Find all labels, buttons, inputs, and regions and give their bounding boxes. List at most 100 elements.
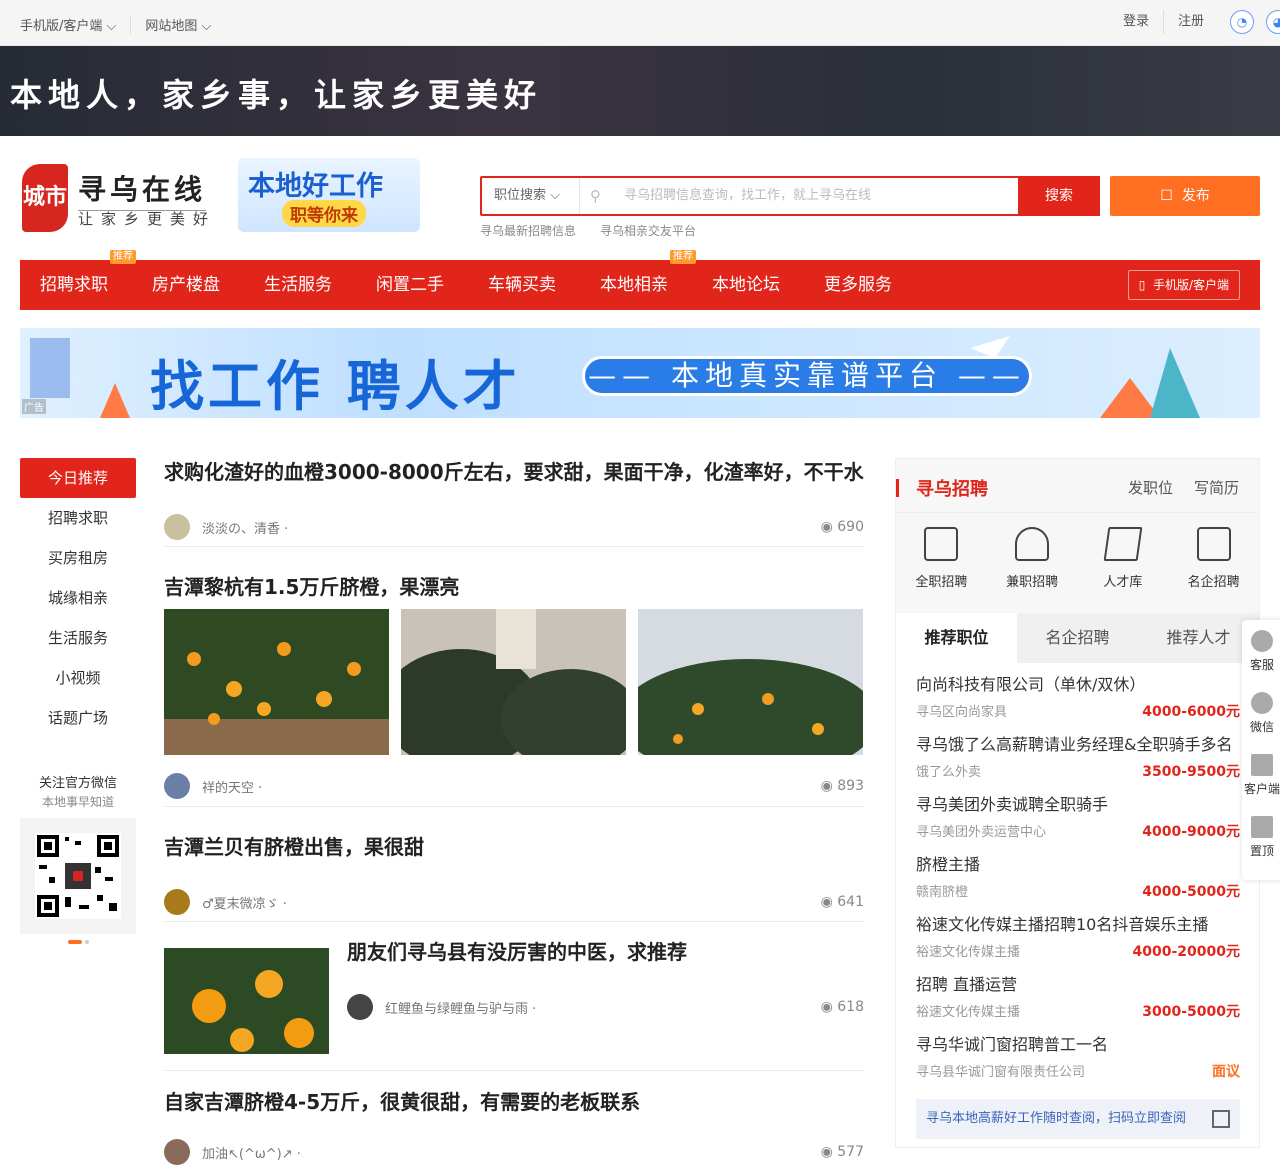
post-images[interactable] [164,609,864,755]
sidebar-item-life[interactable]: 生活服务 [20,618,136,658]
nav-item-vehicles[interactable]: 车辆买卖 [488,260,556,310]
site-logo[interactable]: 城市 寻乌在线 让家乡更美好 [22,164,222,234]
job-salary: 4000-5000元 [1142,884,1240,900]
job-item[interactable]: 招聘 直播运营 裕速文化传媒主播 3000-5000元 [916,971,1240,1031]
post-author[interactable]: 淡淡の、清香 · [202,518,288,537]
nav-item-housing[interactable]: 房产楼盘 [152,260,220,310]
sitemap-link[interactable]: 网站地图 ⌵ [145,15,225,34]
post-item[interactable]: 自家吉潭脐橙4-5万斤，很黄很甜，有需要的老板联系 加油↖(^ω^)↗ · ◉ … [164,1080,864,1170]
tab-recommended-jobs[interactable]: 推荐职位 [896,613,1017,663]
nav-item-dating[interactable]: 本地相亲 [600,260,668,310]
post-title[interactable]: 求购化渣好的血橙3000-8000斤左右，要求甜，果面干净，化渣率好，不干水 [164,450,864,494]
qq-login-icon[interactable]: ◕ [1266,10,1280,34]
avatar[interactable] [347,994,373,1020]
sidebar-item-dating[interactable]: 城缘相亲 [20,578,136,618]
post-item[interactable]: 朋友们寻乌县有没厉害的中医，求推荐 红鲤鱼与绿鲤鱼与驴与雨 · ◉ 618 [164,940,864,1071]
publish-button[interactable]: ☐ 发布 [1110,176,1260,216]
hotkey-link[interactable]: 寻乌最新招聘信息 [480,222,576,239]
job-salary: 3500-9500元 [1142,764,1240,780]
nav-item-jobs[interactable]: 招聘求职 [40,260,108,310]
tab-recommended-talent[interactable]: 推荐人才 [1138,613,1259,663]
job-company: 赣南脐橙 [916,885,969,900]
sidebar-item-today[interactable]: 今日推荐 [20,458,136,498]
job-item[interactable]: 脐橙主播赣南脐橙 4000-5000元 [916,851,1240,911]
avatar[interactable] [164,889,190,915]
ad-banner[interactable]: 找工作 聘人才 —— 本地真实靠谱平台 —— 广告 [20,328,1260,418]
post-author[interactable]: 红鲤鱼与绿鲤鱼与驴与雨 · [385,998,536,1017]
sidebar-item-video[interactable]: 小视频 [20,658,136,698]
post-author[interactable]: 加油↖(^ω^)↗ · [202,1143,301,1162]
job-ad-badge[interactable]: 本地好工作 职等你来 [238,158,420,232]
qr-code-icon [1251,754,1273,776]
nav-item-secondhand[interactable]: 闲置二手 [376,260,444,310]
post-title[interactable]: 朋友们寻乌县有没厉害的中医，求推荐 [347,930,687,974]
post-image[interactable] [638,609,863,755]
job-name[interactable]: 裕速文化传媒主播招聘10名抖音娱乐主播 [916,911,1240,939]
left-sidebar: 今日推荐 招聘求职 买房租房 城缘相亲 生活服务 小视频 话题广场 [20,458,136,738]
job-name[interactable]: 寻乌华诚门窗招聘普工一名 [916,1031,1240,1059]
job-name[interactable]: 招聘 直播运营 [916,971,1240,999]
briefcase-icon [924,527,959,561]
post-title[interactable]: 吉潭黎杭有1.5万斤脐橙，果漂亮 [164,565,864,609]
back-to-top-button[interactable]: 置顶 [1242,806,1280,868]
sidebar-item-housing[interactable]: 买房租房 [20,538,136,578]
nav-item-forum[interactable]: 本地论坛 [712,260,780,310]
write-resume-link[interactable]: 写简历 [1194,477,1239,498]
scan-qr-bar[interactable]: 寻乌本地高薪好工作随时查阅，扫码立即查阅 [916,1099,1240,1139]
avatar[interactable] [164,514,190,540]
category-famous[interactable]: 名企招聘 [1174,527,1254,613]
register-link[interactable]: 注册 [1164,10,1218,34]
tab-famous-companies[interactable]: 名企招聘 [1017,613,1138,663]
search-input[interactable]: 寻乌招聘信息查询，找工作，就上寻乌在线 [624,178,871,214]
job-name[interactable]: 寻乌饿了么高薪聘请业务经理&全职骑手多名 [916,731,1240,759]
job-item[interactable]: 寻乌华诚门窗招聘普工一名 寻乌县华诚门窗有限责任公司 面议 [916,1031,1240,1091]
sidebar-item-topics[interactable]: 话题广场 [20,698,136,738]
post-image[interactable] [164,948,329,1054]
job-name[interactable]: 寻乌美团外卖诚聘全职骑手 [916,791,1240,819]
client-button[interactable]: 客户端 [1242,744,1280,806]
post-image[interactable] [401,609,626,755]
nav-item-more[interactable]: 更多服务 [824,260,892,310]
category-talent[interactable]: 人才库 [1083,527,1163,613]
wechat-follow: 关注官方微信 本地事早知道 [20,772,136,944]
post-author[interactable]: ♂夏末微凉ゞ · [202,893,287,912]
login-link[interactable]: 登录 [1109,10,1164,34]
logo-subtitle: 让家乡更美好 [78,210,217,228]
floating-toolbar: 客服 微信 客户端 置顶 [1242,620,1280,880]
category-fulltime[interactable]: 全职招聘 [901,527,981,613]
phone-icon: ▯ [1138,278,1146,292]
wechat-button[interactable]: 微信 [1242,682,1280,744]
job-name[interactable]: 脐橙主播 [916,851,1240,879]
nav-item-life[interactable]: 生活服务 [264,260,332,310]
search-button[interactable]: 搜索 [1018,176,1100,216]
jobs-panel-title[interactable]: 寻乌招聘 [916,475,988,501]
post-title[interactable]: 吉潭兰贝有脐橙出售，果很甜 [164,825,864,869]
customer-service-button[interactable]: 客服 [1242,620,1280,682]
wechat-icon [1251,692,1273,714]
hotkey-link[interactable]: 寻乌相亲交友平台 [600,222,696,239]
view-count: ◉ 690 [820,519,864,535]
post-item[interactable]: 求购化渣好的血橙3000-8000斤左右，要求甜，果面干净，化渣率好，不干水 淡… [164,450,864,547]
avatar[interactable] [164,1139,190,1165]
avatar[interactable] [164,773,190,799]
category-parttime[interactable]: 兼职招聘 [992,527,1072,613]
search-type-select[interactable]: 职位搜索 ⌵ [482,178,580,214]
carousel-dots[interactable] [20,940,136,944]
job-item[interactable]: 寻乌饿了么高薪聘请业务经理&全职骑手多名 饿了么外卖 3500-9500元 [916,731,1240,791]
post-item[interactable]: 吉潭兰贝有脐橙出售，果很甜 ♂夏末微凉ゞ · ◉ 641 [164,825,864,922]
post-image[interactable] [164,609,389,755]
post-author[interactable]: 祥的天空 · [202,777,262,796]
post-title[interactable]: 自家吉潭脐橙4-5万斤，很黄很甜，有需要的老板联系 [164,1080,864,1124]
job-item[interactable]: 裕速文化传媒主播招聘10名抖音娱乐主播 裕速文化传媒主播 4000-20000元 [916,911,1240,971]
job-name[interactable]: 向尚科技有限公司（单休/双休） [916,671,1240,699]
sidebar-item-jobs[interactable]: 招聘求职 [20,498,136,538]
wechat-login-icon[interactable]: ◔ [1230,10,1254,34]
post-item[interactable]: 吉潭黎杭有1.5万斤脐橙，果漂亮 祥的天空 · ◉ 893 [164,565,864,807]
nav-mobile-button[interactable]: ▯ 手机版/客户端 [1127,270,1240,300]
job-item[interactable]: 寻乌美团外卖诚聘全职骑手 寻乌美团外卖运营中心 4000-9000元 [916,791,1240,851]
search-hotkeys: 寻乌最新招聘信息 寻乌相亲交友平台 [480,222,696,239]
jobs-tabs: 推荐职位 名企招聘 推荐人才 [896,613,1259,663]
mobile-client-link[interactable]: 手机版/客户端 ⌵ [20,15,132,34]
job-item[interactable]: 向尚科技有限公司（单休/双休） 寻乌区向尚家具 4000-6000元 [916,671,1240,731]
post-job-link[interactable]: 发职位 [1128,477,1173,498]
